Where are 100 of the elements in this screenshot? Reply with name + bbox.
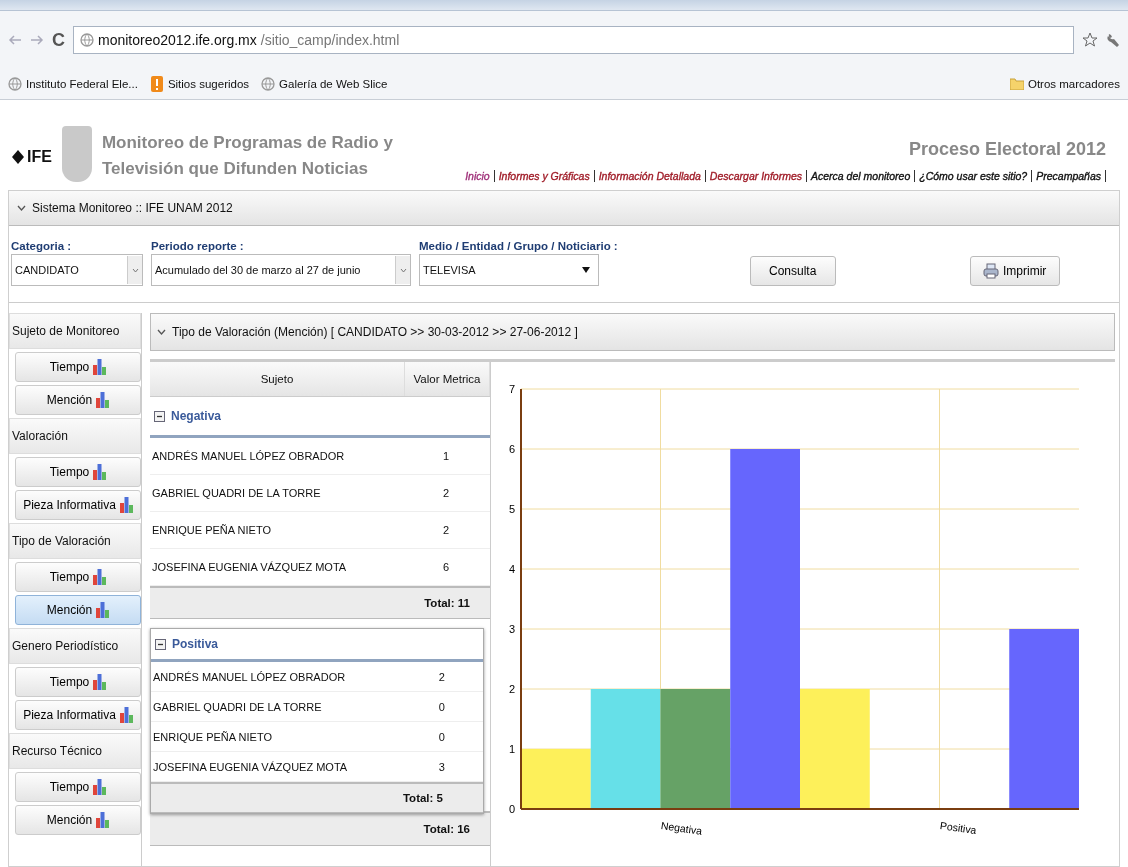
nav-link[interactable]: Precampañas (1032, 170, 1106, 182)
sidebar-section: Valoración (9, 418, 141, 454)
sidebar-button[interactable]: Tiempo (15, 667, 141, 697)
nav-link[interactable]: Información Detallada (594, 170, 706, 182)
sidebar-section: Tipo de Valoración (9, 523, 141, 559)
table-cell-text: 2 (441, 487, 451, 499)
table-cell-text: 1 (441, 450, 451, 462)
group-total: Total: 5 (151, 782, 483, 813)
chevron-down-icon[interactable] (17, 205, 26, 211)
sidebar-button[interactable]: Tiempo (15, 352, 141, 382)
print-button[interactable]: Imprimir (969, 256, 1060, 286)
table-cell-text: ENRIQUE PEÑA NIETO (152, 730, 273, 743)
table-cell-text: GABRIEL QUADRI DE LA TORRE (152, 700, 323, 713)
bar-chart-icon (119, 497, 133, 513)
chevron-down-icon[interactable] (157, 329, 166, 335)
column-header: Valor Metrica (405, 362, 490, 396)
nav-link[interactable]: ¿Cómo usar este sitio? (915, 170, 1033, 182)
table-cell-text: ANDRÉS MANUEL LÓPEZ OBRADOR (151, 450, 346, 462)
table-cell-text: 3 (437, 760, 446, 773)
panel-title: Sistema Monitoreo :: IFE UNAM 2012 (32, 201, 233, 215)
bar-chart-icon (96, 392, 110, 408)
site-title: Televisión que Difunden Noticias (101, 158, 369, 180)
sidebar-button[interactable]: Mención (15, 805, 141, 835)
y-tick-label: 6 (508, 443, 515, 455)
y-tick-label: 1 (508, 743, 515, 755)
bookmark-folder[interactable]: Otros marcadores (1009, 78, 1120, 90)
collapse-icon[interactable] (154, 410, 165, 422)
group-total: Total: 11 (150, 586, 490, 619)
bar-chart-icon (93, 464, 107, 480)
bookmark-link[interactable]: Instituto Federal Ele... (8, 77, 138, 91)
bar-chart-icon (93, 674, 107, 690)
table-cell-text: 2 (441, 524, 451, 536)
bookmark-link[interactable]: Galería de Web Slice (261, 77, 388, 91)
bar-chart-icon (93, 359, 107, 375)
bar-chart-icon (96, 812, 110, 828)
dropdown-arrow-icon (582, 267, 590, 273)
site-subtitle: Proceso Electoral 2012 (908, 139, 1106, 160)
y-tick-label: 7 (508, 383, 515, 395)
table-cell-text: 6 (441, 561, 451, 573)
bar-chart-icon (93, 569, 107, 585)
y-tick-label: 0 (508, 803, 515, 815)
bar-chart-icon (93, 779, 107, 795)
table-cell-text: 0 (437, 700, 446, 713)
table-cell-text: 2 (437, 670, 446, 683)
url-path: /sitio_camp/index.html (260, 32, 400, 48)
group-title: Positiva (172, 637, 219, 651)
sidebar-button[interactable]: Tiempo (15, 457, 141, 487)
table-cell-text: GABRIEL QUADRI DE LA TORRE (151, 487, 322, 499)
y-tick-label: 3 (508, 623, 515, 635)
nav-link[interactable]: Inicio (461, 170, 495, 182)
dropdown-field[interactable]: TELEVISA (419, 254, 599, 286)
site-title: Monitoreo de Programas de Radio y (101, 132, 393, 154)
report-title: Tipo de Valoración (Mención) [ CANDIDATO >> 30-03-2012 >> 27-06-2012 ] (172, 325, 578, 339)
x-tick-label: Positiva (939, 819, 978, 837)
dropdown-field[interactable]: Acumulado del 30 de marzo al 27 de junio (151, 254, 411, 286)
column-header: Sujeto (150, 362, 405, 396)
address-field[interactable]: monitoreo2012.ife.org.mx /sitio_camp/index.html (73, 26, 1074, 54)
sidebar-button[interactable]: Pieza Informativa (15, 490, 141, 520)
wrench-icon[interactable] (1106, 32, 1120, 48)
star-icon[interactable] (1082, 32, 1098, 48)
sidebar-button[interactable]: Mención (15, 385, 141, 415)
bar-chart-icon (119, 707, 133, 723)
globe-icon (80, 33, 94, 47)
table-cell-text: ANDRÉS MANUEL LÓPEZ OBRADOR (152, 670, 347, 683)
nav-link[interactable]: Acerca del monitoreo (807, 170, 916, 182)
sidebar-button[interactable]: Pieza Informativa (15, 700, 141, 730)
globe-icon (261, 77, 276, 91)
sidebar-button[interactable]: Tiempo (15, 772, 141, 802)
filter-label: Periodo reporte : (151, 240, 245, 252)
nav-link[interactable]: Informes y Gráficas (494, 170, 595, 182)
y-tick-label: 5 (508, 503, 515, 515)
table-cell-text: ENRIQUE PEÑA NIETO (151, 524, 272, 536)
chevron-down-icon (131, 267, 139, 273)
filter-label: Medio / Entidad / Grupo / Noticiario : (419, 240, 618, 252)
x-tick-label: Negativa (660, 819, 703, 837)
nav-link[interactable]: Descargar Informes (705, 170, 807, 182)
sidebar-section: Genero Periodístico (9, 628, 141, 664)
sidebar-button[interactable]: Mención (15, 595, 141, 625)
group-title: Negativa (171, 409, 222, 423)
query-button[interactable]: Consulta (749, 256, 836, 286)
printer-icon (983, 263, 1000, 279)
sidebar-section: Recurso Técnico (9, 733, 141, 769)
reload-button[interactable]: C (52, 29, 65, 51)
url-host: monitoreo2012.ife.org.mx (98, 32, 257, 48)
diamond-icon (12, 150, 24, 164)
folder-icon (1009, 78, 1024, 90)
crest-drawing (61, 126, 92, 182)
table-cell-text: JOSEFINA EUGENIA VÁZQUEZ MOTA (152, 760, 349, 773)
bookmark-link[interactable]: Sitios sugeridos (149, 76, 250, 92)
y-tick-label: 2 (508, 683, 515, 695)
chevron-down-icon (399, 267, 407, 273)
globe-icon (8, 77, 22, 91)
y-tick-label: 4 (508, 563, 515, 575)
filter-label: Categoria : (11, 240, 73, 252)
sidebar-button[interactable]: Tiempo (15, 562, 141, 592)
flag-icon (149, 76, 164, 92)
sidebar-section: Sujeto de Monitoreo (9, 313, 141, 349)
table-cell-text: 0 (437, 730, 446, 743)
dropdown-field[interactable]: CANDIDATO (11, 254, 143, 286)
collapse-icon[interactable] (155, 638, 166, 650)
